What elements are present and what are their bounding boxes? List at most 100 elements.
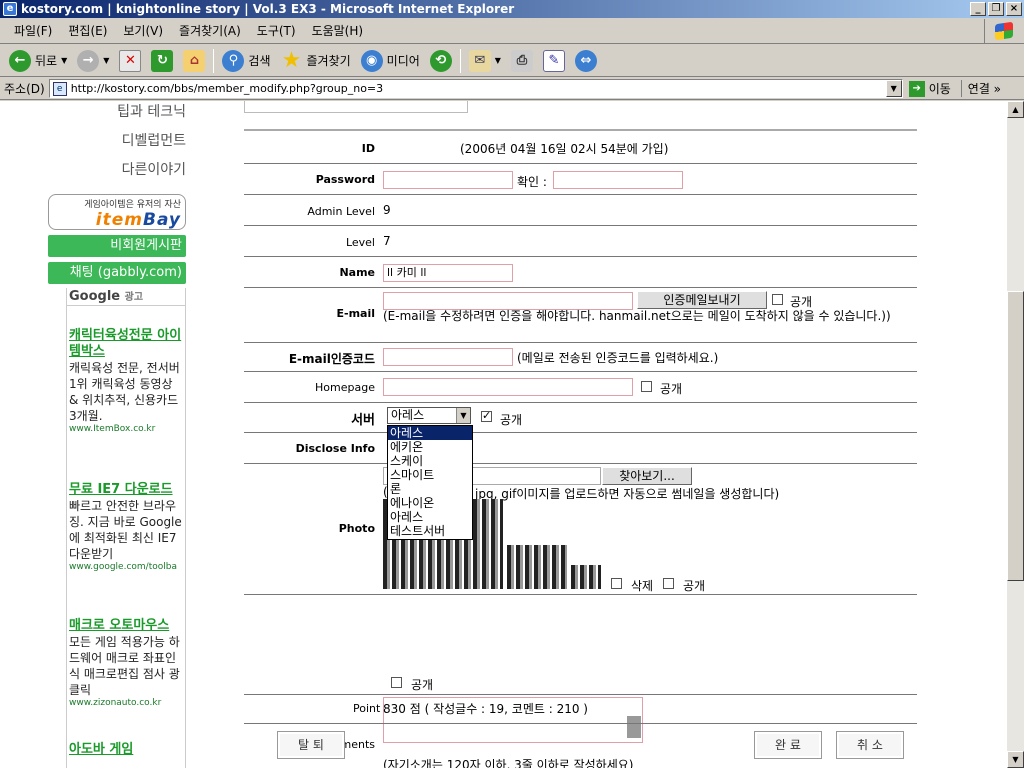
server-select[interactable]: 아레스 ▼ <box>387 407 471 424</box>
cancel-button[interactable]: 취 소 <box>836 731 904 759</box>
server-dropdown-list: 아레스 에키온 스케이 스마이트 론 에나이온 아레스 테스트서버 <box>387 425 473 540</box>
go-arrow-icon: ➔ <box>908 80 925 97</box>
row-email: E-mail 인증메일보내기 공개 (E-mail을 수정하려면 인증을 해야합… <box>244 288 917 343</box>
google-ads: Google 광고 캐릭터육성전문 아이템박스 캐릭육성 전문, 전서버 1위 … <box>66 288 186 768</box>
server-option[interactable]: 아레스 <box>388 426 472 440</box>
google-ads-header: Google 광고 <box>67 288 185 306</box>
sidebar-link-development[interactable]: 디벨럽먼트 <box>48 130 188 159</box>
forward-button[interactable]: → ▼ <box>72 47 114 75</box>
name-input[interactable]: ll 카미 ll <box>383 264 513 282</box>
stop-button[interactable]: ✕ <box>114 47 146 75</box>
password-confirm-input[interactable] <box>553 171 683 189</box>
browse-button[interactable]: 찾아보기... <box>602 467 692 485</box>
restore-button[interactable]: ❐ <box>988 2 1004 16</box>
password-input[interactable] <box>383 171 513 189</box>
textarea-scrollbar[interactable] <box>627 716 641 738</box>
row-admin-level: Admin Level 9 <box>244 195 917 226</box>
chevron-down-icon: ▼ <box>494 56 501 65</box>
row-disclose: Disclose Info <box>244 433 917 464</box>
history-icon: ⟲ <box>429 49 452 72</box>
window-title: kostory.com | knightonline story | Vol.3… <box>21 2 515 16</box>
home-icon: ⌂ <box>183 49 206 72</box>
chevron-down-icon[interactable]: ▼ <box>456 408 470 423</box>
mail-icon: ✉ <box>468 49 491 72</box>
printer-icon: ⎙ <box>510 49 533 72</box>
search-icon: ⚲ <box>222 49 245 72</box>
homepage-input[interactable] <box>383 378 633 396</box>
scrollbar-thumb[interactable] <box>1007 291 1024 581</box>
sidebar-link-other[interactable]: 다른이야기 <box>48 159 188 188</box>
guest-board-button[interactable]: 비회원게시판 <box>48 235 186 257</box>
windows-logo-icon <box>984 19 1022 43</box>
server-option[interactable]: 스케이 <box>388 454 472 468</box>
server-option[interactable]: 에나이온 <box>388 496 472 510</box>
ad-more[interactable]: 아도바 게임 <box>67 738 185 757</box>
done-button[interactable]: 완 료 <box>754 731 822 759</box>
address-label: 주소(D) <box>4 82 45 96</box>
sidebar-link-tips[interactable]: 팁과 테크닉 <box>48 101 188 130</box>
photo-thumbnail-small <box>571 565 601 589</box>
email-code-input[interactable] <box>383 348 513 366</box>
menu-help[interactable]: 도움말(H) <box>304 22 372 39</box>
email-input[interactable] <box>383 292 633 310</box>
vertical-scrollbar[interactable]: ▲ ▼ <box>1007 101 1024 768</box>
history-button[interactable]: ⟲ <box>425 47 457 75</box>
email-public-checkbox[interactable] <box>772 294 783 305</box>
messenger-button[interactable]: ⇔ <box>570 47 602 75</box>
chat-button[interactable]: 채팅 (gabbly.com) <box>48 262 186 284</box>
media-button[interactable]: ◉ 미디어 <box>356 47 425 75</box>
photo-delete-checkbox[interactable] <box>611 578 622 589</box>
email-note: (E-mail을 수정하려면 인증을 해야합니다. hanmail.net으로는… <box>383 309 891 323</box>
favorites-button[interactable]: ★ 즐겨찾기 <box>276 47 356 75</box>
back-arrow-icon: ← <box>9 49 31 72</box>
photo-public-checkbox[interactable] <box>663 578 674 589</box>
comments-public-checkbox[interactable] <box>391 677 402 688</box>
server-public-checkbox[interactable] <box>481 409 492 422</box>
messenger-icon: ⇔ <box>574 49 597 72</box>
refresh-icon: ↻ <box>151 49 174 72</box>
point-value: 830 점 ( 작성글수 : 19, 코멘트 : 210 ) <box>383 702 588 716</box>
server-option[interactable]: 테스트서버 <box>388 524 472 538</box>
edit-page-icon: ✎ <box>542 49 565 72</box>
star-icon: ★ <box>281 48 302 73</box>
address-input[interactable]: e http://kostory.com/bbs/member_modify.p… <box>48 79 903 98</box>
print-button[interactable]: ⎙ <box>506 47 538 75</box>
itembay-banner[interactable]: 게임아이템은 유저의 자산 itemBay <box>48 194 186 230</box>
row-id: ID (2006년 04월 16일 02시 54분에 가입) <box>244 131 917 164</box>
scroll-down-icon[interactable]: ▼ <box>1007 751 1024 768</box>
menu-favorites[interactable]: 즐겨찾기(A) <box>171 22 249 39</box>
withdraw-button[interactable]: 탈 퇴 <box>277 731 345 759</box>
row-email-code: E-mail인증코드 (메일로 전송된 인증코드를 입력하세요.) <box>244 343 917 372</box>
edit-button[interactable]: ✎ <box>538 47 570 75</box>
row-password: Password 확인 : <box>244 164 917 195</box>
scroll-up-icon[interactable]: ▲ <box>1007 101 1024 118</box>
chevron-down-icon[interactable]: ▼ <box>885 80 902 97</box>
refresh-button[interactable]: ↻ <box>146 47 178 75</box>
server-option[interactable]: 에키온 <box>388 440 472 454</box>
minimize-button[interactable]: _ <box>970 2 986 16</box>
server-option[interactable]: 스마이트 <box>388 468 472 482</box>
row-server: 서버 공개 <box>244 403 917 433</box>
chevron-down-icon: ▼ <box>103 56 110 65</box>
mail-button[interactable]: ✉ ▼ <box>464 47 506 75</box>
stop-icon: ✕ <box>119 49 142 72</box>
send-auth-mail-button[interactable]: 인증메일보내기 <box>637 291 767 309</box>
address-bar: 주소(D) e http://kostory.com/bbs/member_mo… <box>0 78 1024 100</box>
ie-icon: e <box>3 2 17 16</box>
links-button[interactable]: 연결 » <box>960 80 1001 97</box>
home-button[interactable]: ⌂ <box>178 47 210 75</box>
menu-file[interactable]: 파일(F) <box>6 22 60 39</box>
homepage-public-checkbox[interactable] <box>641 381 652 392</box>
menu-tools[interactable]: 도구(T) <box>249 22 304 39</box>
close-button[interactable]: × <box>1006 2 1022 16</box>
menu-bar: 파일(F) 편집(E) 보기(V) 즐겨찾기(A) 도구(T) 도움말(H) <box>0 18 1024 44</box>
server-option[interactable]: 아레스 <box>388 510 472 524</box>
menu-view[interactable]: 보기(V) <box>115 22 171 39</box>
row-name: Name ll 카미 ll <box>244 257 917 288</box>
go-button[interactable]: ➔ 이동 <box>908 80 951 97</box>
menu-edit[interactable]: 편집(E) <box>60 22 115 39</box>
search-button[interactable]: ⚲ 검색 <box>217 47 275 75</box>
server-option[interactable]: 론 <box>388 482 472 496</box>
back-button[interactable]: ← 뒤로 ▼ <box>4 47 72 75</box>
itembay-logo: itemBay <box>95 210 181 230</box>
